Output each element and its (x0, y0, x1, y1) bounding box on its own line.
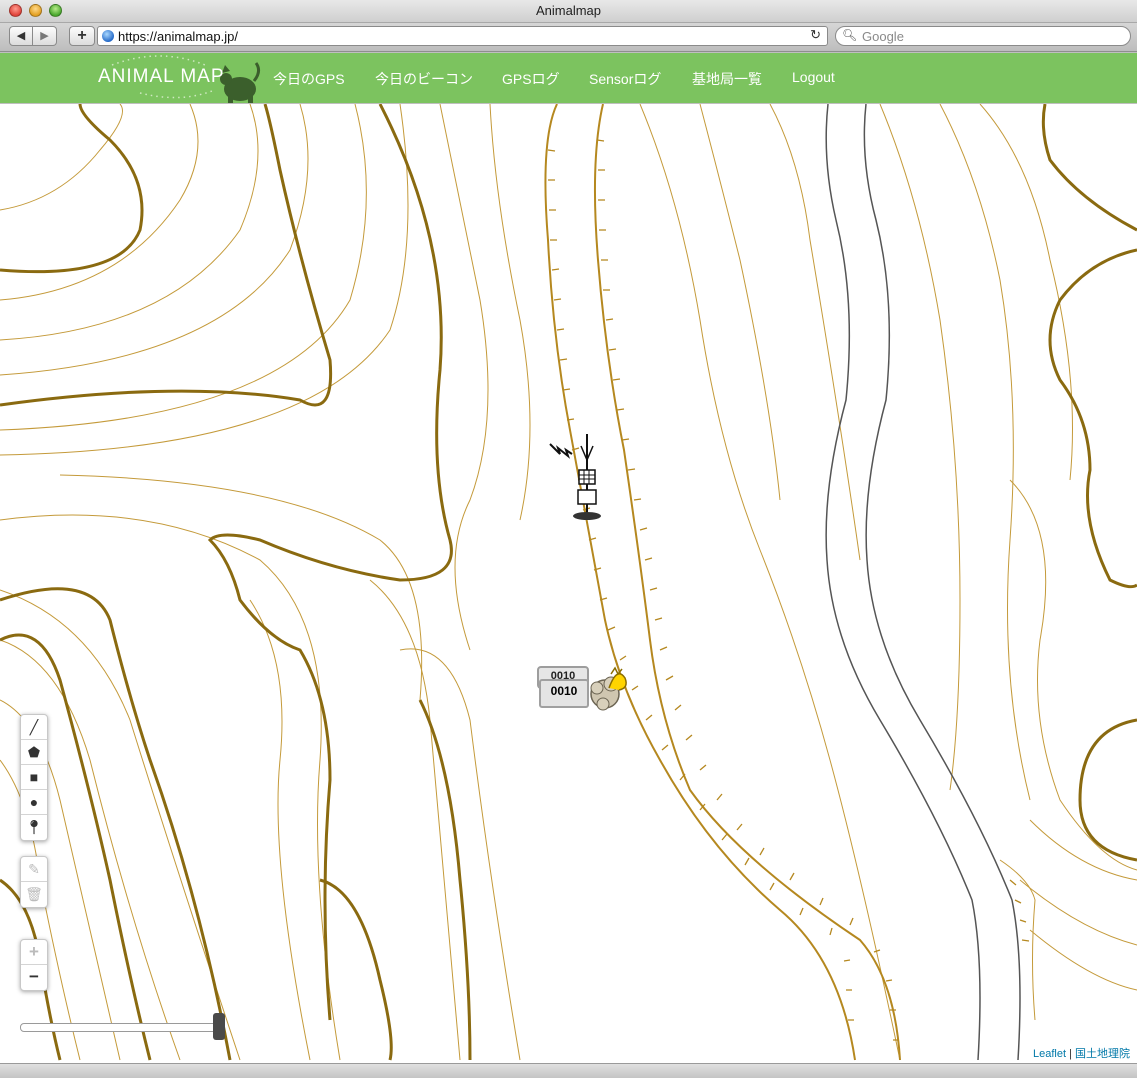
zoom-in-button[interactable]: + (21, 940, 47, 965)
window-bottom-bar (0, 1063, 1137, 1078)
opacity-slider-handle[interactable] (213, 1013, 225, 1040)
animal-marker-icon[interactable] (585, 660, 631, 712)
browser-toolbar: ◀ ▶ + https://animalmap.jp/ ↻ 🔍︎ Google (0, 23, 1137, 52)
add-bookmark-button[interactable]: + (69, 26, 95, 46)
search-placeholder: Google (862, 29, 904, 44)
nav-logout[interactable]: Logout (792, 69, 835, 85)
opacity-slider[interactable] (20, 1023, 222, 1032)
reload-button[interactable]: ↻ (810, 27, 821, 43)
search-input[interactable]: 🔍︎ Google (835, 26, 1131, 46)
nav-sensor-log[interactable]: Sensorログ (589, 69, 661, 89)
polyline-icon[interactable]: ╱ (21, 715, 47, 740)
map-view[interactable]: 0010 0010 ╱ ⬟ ■ ● 📍︎ ✎ 🗑︎ + − Leaflet | … (0, 104, 1137, 1063)
nav-base-stations[interactable]: 基地局一覧 (692, 69, 762, 89)
search-icon: 🔍︎ (842, 28, 858, 42)
leaflet-link[interactable]: Leaflet (1033, 1048, 1066, 1060)
draw-toolbar: ╱ ⬟ ■ ● 📍︎ (20, 714, 48, 841)
map-attribution: Leaflet | 国土地理院 (1029, 1045, 1133, 1061)
circle-icon[interactable]: ● (21, 790, 47, 815)
rectangle-icon[interactable]: ■ (21, 765, 47, 790)
monkey-icon (220, 62, 261, 103)
polygon-icon[interactable]: ⬟ (21, 740, 47, 765)
address-bar[interactable]: https://animalmap.jp/ ↻ (97, 26, 828, 46)
window-titlebar: Animalmap (0, 0, 1137, 23)
delete-icon[interactable]: 🗑︎ (21, 882, 47, 907)
site-header: ANIMAL MAP 今日のGPS 今日のビーコン GPSログ Sensorログ… (0, 53, 1137, 103)
edit-icon[interactable]: ✎ (21, 857, 47, 882)
zoom-control: + − (20, 939, 48, 991)
attribution-separator: | (1069, 1048, 1072, 1060)
nav-todays-beacon[interactable]: 今日のビーコン (375, 69, 473, 89)
marker-icon[interactable]: 📍︎ (21, 815, 47, 840)
forward-button[interactable]: ▶ (33, 26, 57, 46)
base-station-icon[interactable] (548, 434, 608, 524)
animal-label[interactable]: 0010 (539, 679, 589, 708)
globe-icon (102, 30, 114, 42)
nav-todays-gps[interactable]: 今日のGPS (273, 69, 345, 89)
zoom-out-button[interactable]: − (21, 965, 47, 990)
contour-map (0, 104, 1137, 1061)
url-text: https://animalmap.jp/ (118, 29, 238, 44)
gsi-link[interactable]: 国土地理院 (1075, 1048, 1130, 1060)
nav-gps-log[interactable]: GPSログ (502, 69, 560, 89)
window-title: Animalmap (535, 3, 602, 18)
site-logo[interactable]: ANIMAL MAP (98, 66, 225, 88)
edit-toolbar: ✎ 🗑︎ (20, 856, 48, 908)
back-button[interactable]: ◀ (9, 26, 33, 46)
